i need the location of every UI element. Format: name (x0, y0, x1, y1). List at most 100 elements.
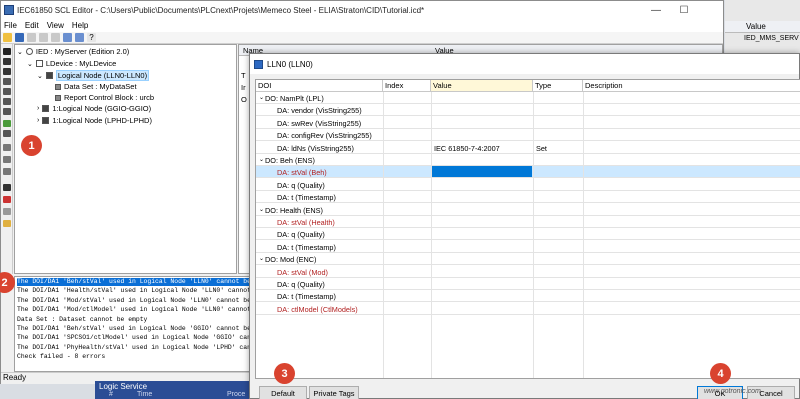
doi-row[interactable]: DA: stVal (Health) (256, 216, 800, 228)
column-divider (583, 92, 584, 378)
doi-row[interactable]: DA: t (Timestamp) (256, 191, 800, 204)
tool-ln-icon[interactable] (3, 68, 11, 75)
collapse-icon[interactable]: ⌄ (259, 156, 264, 163)
tool-check-icon[interactable] (3, 120, 11, 127)
tool-dataset-icon[interactable] (3, 78, 11, 85)
tree-node-lphd[interactable]: › 1:Logical Node (LPHD-LPHD) (37, 116, 152, 125)
logic-col-time: Time (137, 391, 153, 398)
copy-icon[interactable] (39, 33, 48, 42)
tool-props-icon[interactable] (3, 208, 11, 215)
doi-row[interactable]: DA: configRev (VisString255) (256, 129, 800, 142)
column-divider (533, 92, 534, 378)
tool-folder-icon[interactable] (3, 220, 11, 227)
col-index-header[interactable]: Index (383, 80, 431, 91)
collapse-icon[interactable]: ⌄ (259, 94, 264, 101)
doi-row[interactable]: DA: t (Timestamp) (256, 241, 800, 253)
tree-label-dataset: Data Set : MyDataSet (64, 82, 137, 91)
doi-cell: DO: Health (ENS) (265, 205, 323, 215)
logical-node-icon (45, 72, 53, 79)
menu-file[interactable]: File (4, 21, 17, 30)
tool-text-icon[interactable] (3, 184, 11, 191)
col-description-header[interactable]: Description (583, 80, 800, 91)
tree-node-rcb[interactable]: Report Control Block : urcb (55, 93, 154, 102)
collapse-icon[interactable]: ⌄ (17, 48, 23, 56)
default-button[interactable]: Default (259, 386, 307, 399)
message-line[interactable]: The DOI/DA1 'Beh/stVal' used in Logical … (17, 325, 257, 333)
doi-group-row[interactable]: ⌄ DO: Mod (ENC) (256, 253, 800, 266)
tool-log-icon[interactable] (3, 108, 11, 115)
save-icon[interactable] (15, 33, 24, 42)
properties-row[interactable]: T (241, 71, 246, 80)
doi-row[interactable]: DA: stVal (Mod) (256, 266, 800, 278)
tree-node-lln0[interactable]: ⌄ Logical Node (LLN0-LLN0) (37, 70, 150, 81)
undo-icon[interactable] (63, 33, 72, 42)
doi-cell: DA: stVal (Health) (277, 218, 335, 227)
tool-compare-icon[interactable] (3, 168, 11, 175)
doi-row[interactable]: DA: stVal (Beh) (256, 166, 800, 179)
doi-row[interactable]: DA: q (Quality) (256, 228, 800, 241)
tree-node-ldevice[interactable]: ⌄ LDevice : MyLDevice (27, 59, 116, 68)
message-line[interactable]: The DOI/DA1 'PhyHealth/stVal' used in Lo… (17, 344, 257, 352)
doi-row[interactable]: DA: ldNs (VisString255) IEC 61850-7-4:200… (256, 142, 800, 154)
tree-node-ied[interactable]: ⌄ IED : MyServer (Edition 2.0) (17, 47, 129, 56)
doi-row[interactable]: DA: q (Quality) (256, 179, 800, 191)
doi-row[interactable]: DA: t (Timestamp) (256, 290, 800, 303)
tool-delete-icon[interactable] (3, 196, 11, 203)
doi-group-row[interactable]: ⌄ DO: Health (ENS) (256, 204, 800, 216)
annotation-badge-1: 1 (21, 135, 42, 156)
help-icon[interactable]: ? (87, 33, 96, 42)
collapse-icon[interactable]: ⌄ (37, 72, 43, 80)
tool-ldevice-icon[interactable] (3, 58, 11, 65)
doi-row[interactable]: DA: swRev (VisString255) (256, 117, 800, 129)
doi-cell: DA: q (Quality) (277, 280, 325, 289)
col-value-header[interactable]: Value (431, 80, 533, 91)
doi-grid: DOI Index Value Type Description ⌄ DO: Na… (255, 79, 800, 379)
col-type-header[interactable]: Type (533, 80, 583, 91)
menu-view[interactable]: View (47, 21, 64, 30)
message-line[interactable]: Check failed - 8 errors (17, 353, 257, 361)
menu-edit[interactable]: Edit (25, 21, 39, 30)
paste-icon[interactable] (51, 33, 60, 42)
value-cell-editor[interactable] (431, 166, 532, 178)
message-line[interactable]: The DOI/DA1 'Health/stVal' used in Logic… (17, 287, 257, 295)
title-bar: IEC61850 SCL Editor - C:\Users\Public\Do… (1, 1, 723, 19)
doi-cell: DA: swRev (VisString255) (277, 118, 362, 128)
private-tags-button[interactable]: Private Tags (309, 386, 359, 399)
value-cell[interactable]: IEC 61850-7-4:2007 (434, 144, 500, 153)
bg-ied-value: IED_MMS_SERV (744, 35, 799, 42)
expand-icon[interactable]: › (37, 105, 39, 112)
tree-node-ggio[interactable]: › 1:Logical Node (GGIO-GGIO) (37, 104, 151, 113)
message-line[interactable]: The DOI/DA1 'SPCSO1/ctlModel' used in Lo… (17, 334, 257, 342)
minimize-button[interactable]: — (642, 1, 670, 19)
tool-ied-icon[interactable] (3, 48, 11, 55)
message-line[interactable]: The DOI/DA1 'Mod/stVal' used in Logical … (17, 297, 257, 305)
background-grid-header: Value (725, 21, 800, 33)
cut-icon[interactable] (27, 33, 36, 42)
tool-report-icon[interactable] (3, 88, 11, 95)
message-line[interactable]: Data Set : Dataset cannot be empty (17, 316, 257, 324)
menu-help[interactable]: Help (72, 21, 88, 30)
column-divider (383, 92, 384, 378)
doi-group-row[interactable]: ⌄ DO: Beh (ENS) (256, 154, 800, 166)
new-icon[interactable] (3, 33, 12, 42)
message-line[interactable]: The DOI/DA1 'Beh/stVal' used in Logical … (17, 278, 257, 286)
tree-node-dataset[interactable]: Data Set : MyDataSet (55, 82, 137, 91)
doi-group-row[interactable]: ⌄ DO: NamPlt (LPL) (256, 92, 800, 104)
tool-import-icon[interactable] (3, 144, 11, 151)
doi-row[interactable]: DA: q (Quality) (256, 278, 800, 290)
tool-export-icon[interactable] (3, 130, 11, 137)
collapse-icon[interactable]: ⌄ (27, 60, 33, 68)
tool-merge-icon[interactable] (3, 156, 11, 163)
maximize-button[interactable]: ☐ (670, 1, 698, 19)
doi-row[interactable]: DA: ctlModel (CtlModels) (256, 303, 800, 315)
redo-icon[interactable] (75, 33, 84, 42)
expand-icon[interactable]: › (37, 117, 39, 124)
collapse-icon[interactable]: ⌄ (259, 206, 264, 213)
properties-row[interactable]: Ir (241, 83, 246, 92)
doi-row[interactable]: DA: vendor (VisString255) (256, 104, 800, 117)
properties-row[interactable]: O (241, 95, 247, 104)
message-line[interactable]: The DOI/DA1 'Mod/ctlModel' used in Logic… (17, 306, 257, 314)
tool-gse-icon[interactable] (3, 98, 11, 105)
collapse-icon[interactable]: ⌄ (259, 255, 264, 262)
col-doi-header[interactable]: DOI (256, 80, 383, 91)
